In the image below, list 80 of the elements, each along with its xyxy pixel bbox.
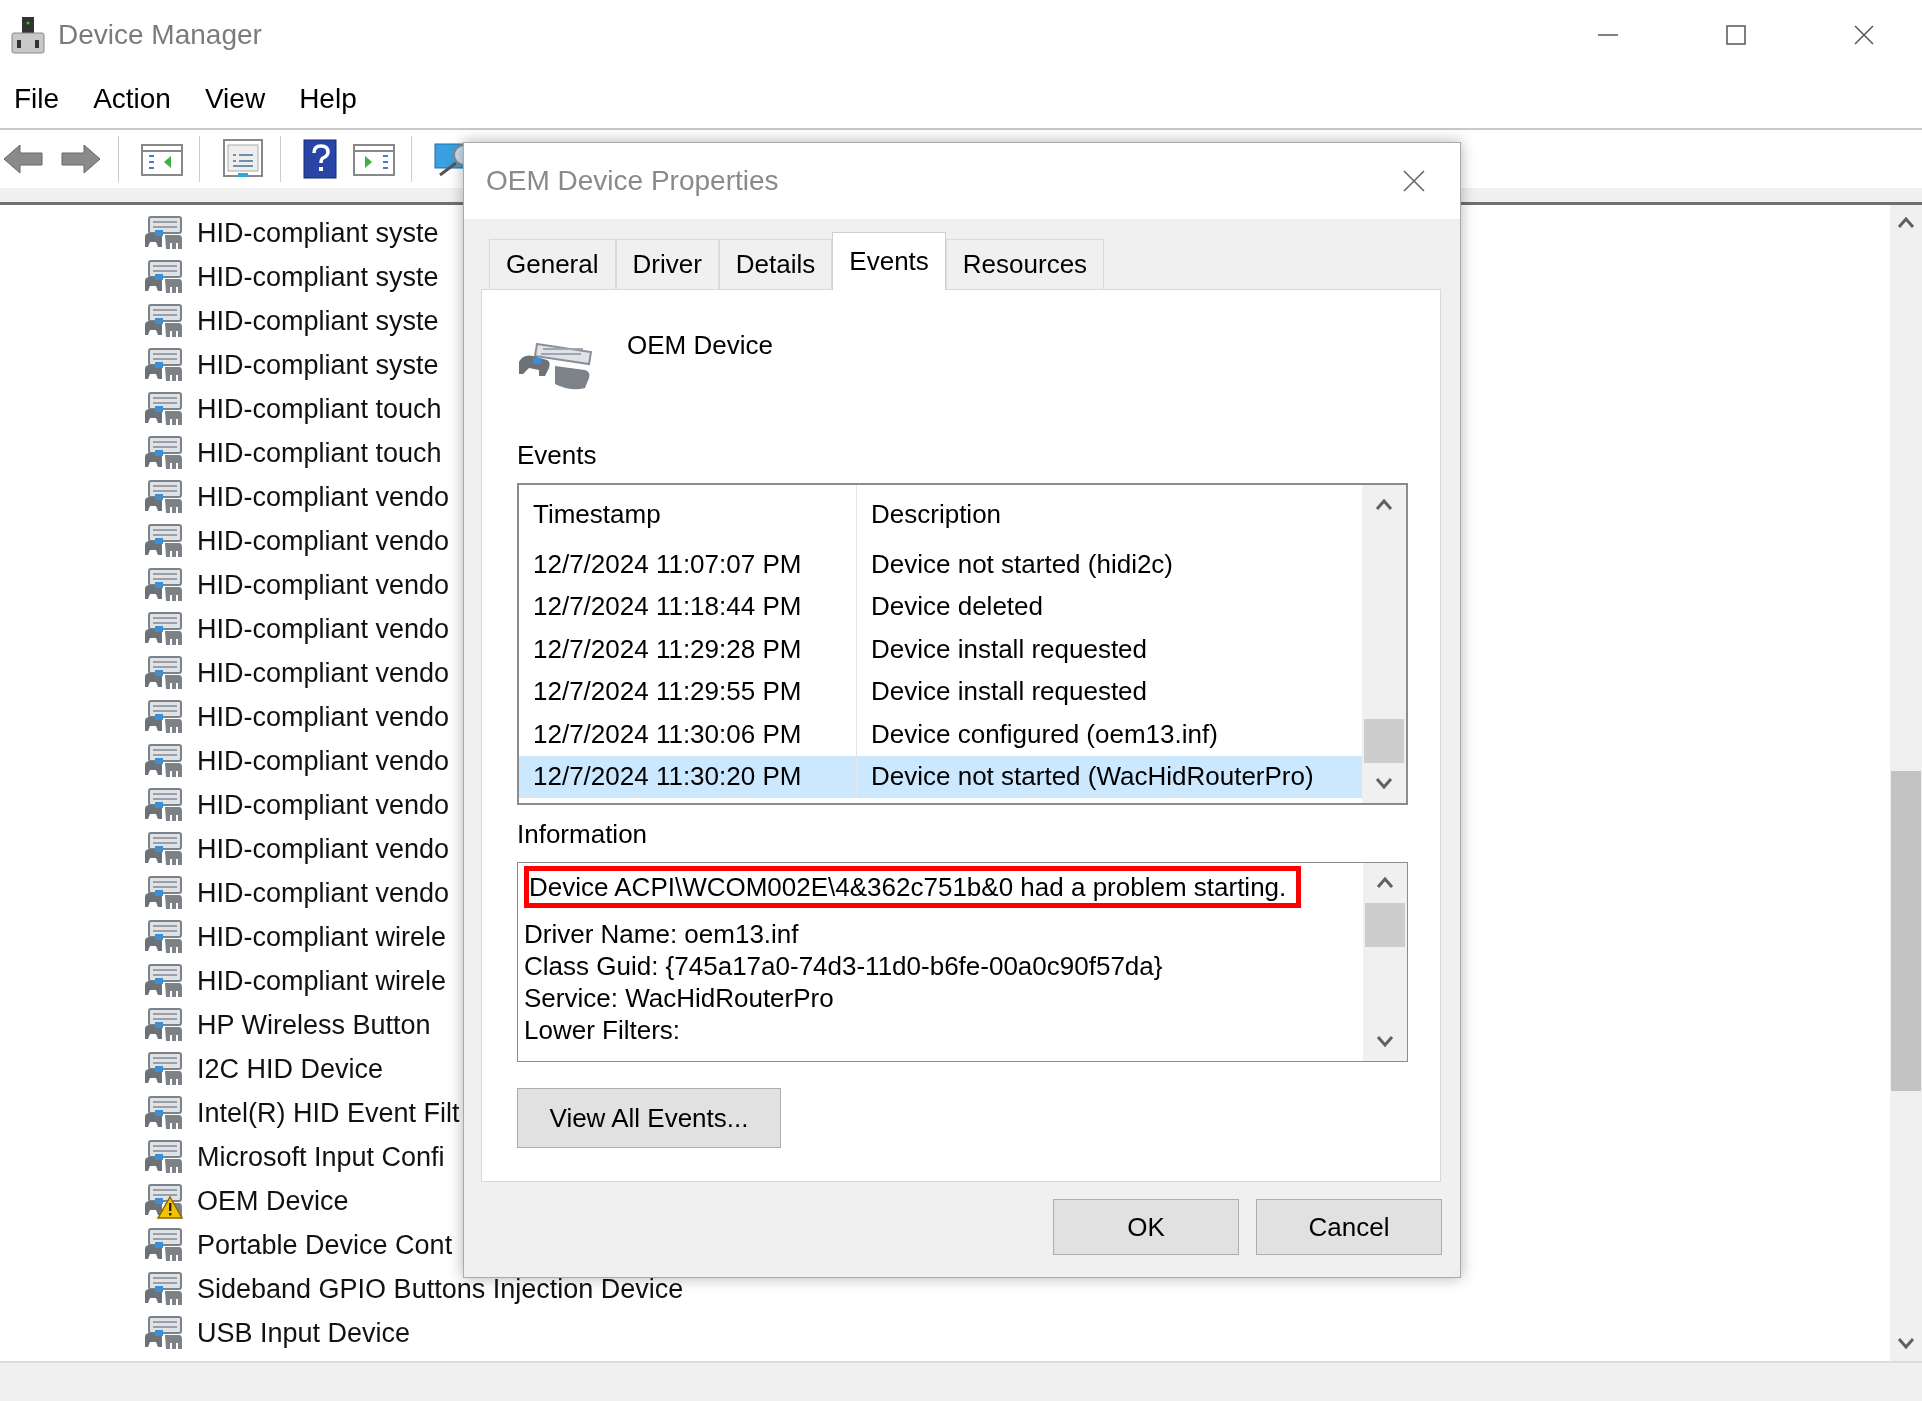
app-icon: [10, 15, 46, 55]
table-cell-text: Device deleted: [870, 590, 1044, 624]
close-icon[interactable]: [1402, 169, 1426, 193]
detail-text: Service: WacHidRouterPro: [524, 982, 835, 1014]
scrollbar[interactable]: [1363, 863, 1407, 1061]
detail-text: Driver Name: oem13.inf: [524, 918, 800, 950]
tree-item[interactable]: HID-compliant syste: [197, 261, 439, 293]
scrollbar[interactable]: [1890, 205, 1922, 1361]
message-text: Device ACPI\WCOM002E\4&362c751b&0 had a problem starting.: [524, 866, 1302, 908]
table-cell-text: Device install requested: [870, 632, 1149, 666]
table-cell: 12/7/2024 11:18:44 PM: [519, 585, 857, 628]
help-icon[interactable]: [303, 138, 337, 180]
event-row[interactable]: 12/7/2024 11:29:55 PM Device install requested: [519, 670, 1362, 713]
event-row[interactable]: 12/7/2024 11:29:28 PM Device install requested: [519, 628, 1362, 671]
event-row[interactable]: 12/7/2024 11:30:06 PM Device configured (oem13.inf): [519, 713, 1362, 756]
event-row[interactable]: 12/7/2024 11:07:07 PM Device not started (hidi2c): [519, 543, 1362, 586]
tree-item[interactable]: HID-compliant touch: [197, 393, 442, 425]
column-header[interactable]: Description: [857, 485, 1362, 543]
view-all-events-button[interactable]: View All Events...: [517, 1088, 781, 1148]
detail-text: Class Guid: {745a17a0-74d3-11d0-b6fe-00a0c90f57da}: [524, 950, 1164, 982]
event-row[interactable]: 12/7/2024 11:18:44 PM Device deleted: [519, 585, 1362, 628]
tree-item[interactable]: HID-compliant vendo: [197, 613, 450, 645]
scrollbar-thumb[interactable]: [1364, 719, 1404, 763]
tree-item[interactable]: Portable Device Cont: [197, 1229, 453, 1261]
section-label: Events: [517, 440, 598, 471]
menu-item[interactable]: Action: [93, 83, 189, 115]
table-cell-text: Device not started (hidi2c): [870, 547, 1175, 581]
tree-item[interactable]: HID-compliant wirele: [197, 921, 447, 953]
table-cell: 12/7/2024 11:29:28 PM: [519, 628, 857, 671]
tree-item[interactable]: HID-compliant vendo: [197, 569, 450, 601]
dialog-button[interactable]: OK: [1053, 1199, 1239, 1255]
window-title: Device Manager: [58, 19, 262, 51]
tree-item[interactable]: HID-compliant vendo: [197, 745, 450, 777]
tree-item[interactable]: HID-compliant vendo: [197, 789, 450, 821]
dialog-button[interactable]: Cancel: [1256, 1199, 1442, 1255]
tab[interactable]: Resources: [945, 239, 1105, 289]
tree-item[interactable]: HID-compliant vendo: [197, 877, 450, 909]
scrollbar-thumb[interactable]: [1891, 771, 1921, 1091]
tree-item[interactable]: HID-compliant vendo: [197, 701, 450, 733]
scrollbar-thumb[interactable]: [1365, 903, 1405, 947]
tree-item[interactable]: I2C HID Device: [197, 1053, 384, 1085]
table-cell: 12/7/2024 11:29:55 PM: [519, 670, 857, 713]
table-cell-text: Device not started (WacHidRouterPro): [870, 760, 1315, 794]
table-cell: 12/7/2024 11:30:06 PM: [519, 713, 857, 756]
tab[interactable]: General: [489, 239, 616, 289]
tree-item[interactable]: Sideband GPIO Buttons Injection Device: [197, 1273, 684, 1305]
properties-icon[interactable]: [222, 138, 264, 180]
tree-item[interactable]: OEM Device: [197, 1185, 349, 1217]
tree-item[interactable]: HID-compliant syste: [197, 217, 439, 249]
column-header[interactable]: Timestamp: [519, 485, 857, 543]
tree-item[interactable]: HID-compliant syste: [197, 305, 439, 337]
scrollbar[interactable]: [1362, 485, 1406, 803]
table-cell-text: Device configured (oem13.inf): [870, 717, 1219, 751]
dialog-title: OEM Device Properties: [486, 165, 779, 197]
tree-item[interactable]: HID-compliant syste: [197, 349, 439, 381]
detail-text: Lower Filters:: [524, 1014, 682, 1046]
section-label: Information: [517, 819, 649, 850]
menu-item[interactable]: Help: [299, 83, 375, 115]
tab[interactable]: Events: [832, 232, 946, 290]
tree-item[interactable]: HID-compliant vendo: [197, 657, 450, 689]
table-cell-text: Device install requested: [870, 675, 1149, 709]
tab[interactable]: Driver: [615, 239, 719, 289]
maximize-icon[interactable]: [1725, 24, 1747, 46]
table-cell: 12/7/2024 11:30:20 PM: [519, 755, 857, 798]
tree-item[interactable]: HID-compliant touch: [197, 437, 442, 469]
tab[interactable]: Details: [718, 239, 833, 289]
device-name: OEM Device: [627, 330, 773, 361]
tree-item[interactable]: HID-compliant vendo: [197, 481, 450, 513]
menu-item[interactable]: View: [204, 83, 284, 115]
tree-item[interactable]: Intel(R) HID Event Filt: [197, 1097, 460, 1129]
table-cell: 12/7/2024 11:07:07 PM: [519, 543, 857, 586]
tree-item[interactable]: USB Input Device: [197, 1317, 411, 1349]
event-row[interactable]: 12/7/2024 11:30:20 PM Device not started (WacHidRouterPro): [519, 755, 1362, 798]
tree-item[interactable]: HID-compliant vendo: [197, 833, 450, 865]
tree-item[interactable]: HID-compliant wirele: [197, 965, 447, 997]
menu-item[interactable]: File: [14, 83, 78, 115]
tree-item[interactable]: HID-compliant vendo: [197, 525, 450, 557]
tree-item[interactable]: HP Wireless Button: [197, 1009, 431, 1041]
close-icon[interactable]: [1853, 24, 1875, 46]
tree-item[interactable]: Microsoft Input Confi: [197, 1141, 445, 1173]
